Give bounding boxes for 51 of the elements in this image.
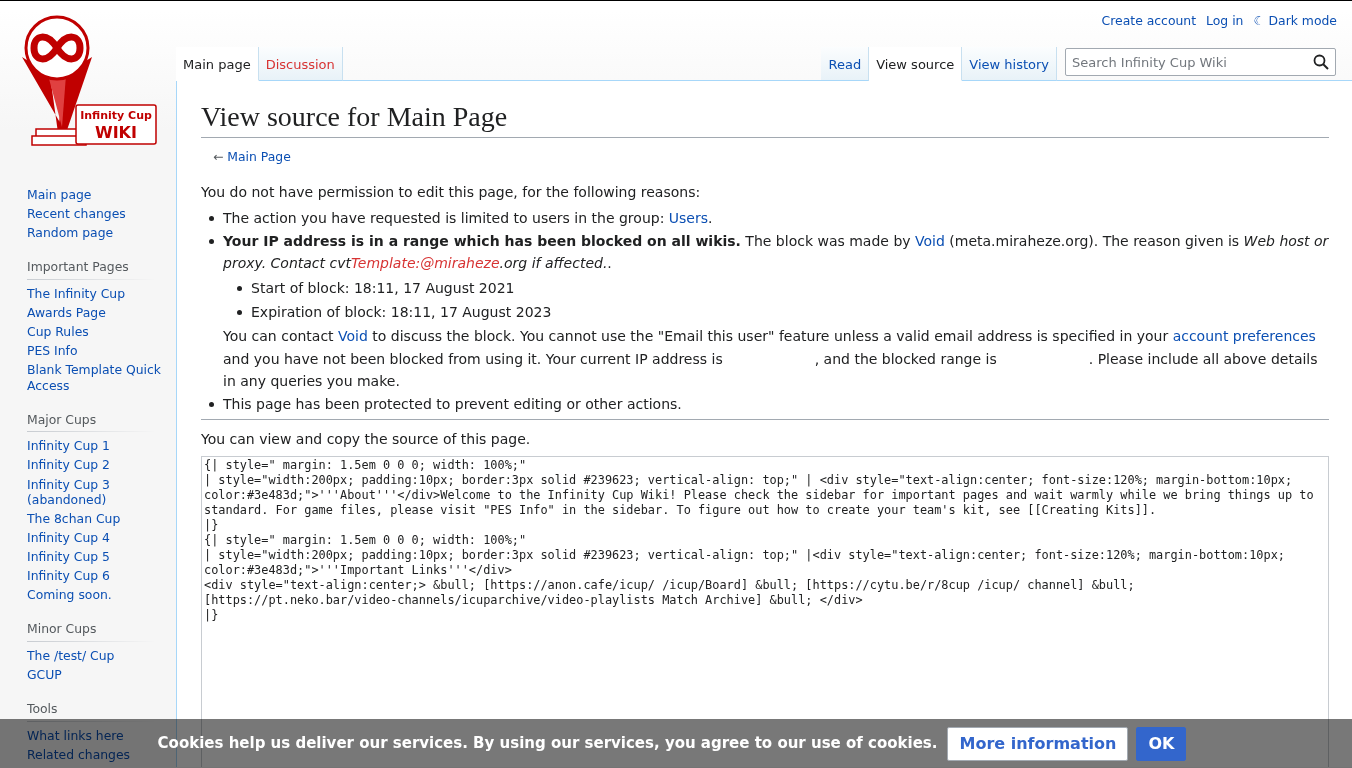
user-link[interactable]: Log in bbox=[1206, 12, 1244, 31]
bullet-icon bbox=[237, 285, 242, 291]
link[interactable]: account preferences bbox=[1172, 328, 1316, 345]
sidebar-link[interactable]: Infinity Cup 6 bbox=[27, 568, 176, 584]
sidebar-link[interactable]: GCUP bbox=[27, 667, 176, 683]
sidebar-link[interactable]: Coming soon. bbox=[27, 587, 176, 603]
link[interactable]: Template:@miraheze bbox=[351, 255, 500, 272]
page-title: View source for Main Page bbox=[201, 99, 1329, 139]
block-detail: Expiration of block: 18:11, 17 August 2023 bbox=[251, 304, 552, 321]
sidebar-link[interactable]: Blank Template Quick Access bbox=[27, 362, 176, 393]
sidebar-link[interactable]: The /test/ Cup bbox=[27, 648, 176, 664]
cookie-button[interactable]: More information bbox=[947, 726, 1129, 761]
sidebar-link[interactable]: Random page bbox=[27, 225, 176, 241]
reason-text: Your IP address is in a range which has been blocked on all wikis. The block was made by Void (meta.miraheze.org). The reason given is Web host or proxy. Contact cvtTemplate:@miraheze.org if affected.. bbox=[223, 232, 1329, 272]
bullet-icon bbox=[209, 401, 214, 407]
bullet-icon bbox=[209, 216, 214, 222]
back-link[interactable]: Main Page bbox=[227, 149, 291, 165]
view-note: You can view and copy the source of this page. bbox=[201, 430, 532, 450]
arrow-icon: ← bbox=[213, 149, 228, 165]
tab[interactable]: Discussion bbox=[258, 47, 343, 81]
search-icon[interactable] bbox=[1313, 54, 1329, 70]
sidebar-link[interactable]: PES Info bbox=[27, 343, 176, 359]
reason-text: The action you have requested is limited to users in the group: Users. bbox=[223, 210, 713, 227]
intro-text: You do not have permission to edit this page, for the following reasons: bbox=[201, 183, 702, 202]
user-link[interactable]: ☾ Dark mode bbox=[1253, 12, 1337, 31]
sidebar-link[interactable]: Infinity Cup 4 bbox=[27, 529, 176, 546]
tab[interactable]: View history bbox=[962, 47, 1057, 81]
sidebar-link[interactable]: Infinity Cup 2 bbox=[27, 457, 176, 473]
tab[interactable]: Main page bbox=[176, 47, 259, 81]
reason-text: This page has been protected to prevent editing or other actions. bbox=[223, 395, 682, 412]
sidebar-link[interactable]: Infinity Cup 3 (abandoned) bbox=[27, 476, 176, 507]
search-field[interactable]: Search Infinity Cup Wiki bbox=[1065, 48, 1336, 76]
user-link[interactable]: Create account bbox=[1101, 12, 1197, 31]
cookie-button[interactable]: OK bbox=[1136, 726, 1187, 761]
link[interactable]: Void bbox=[915, 232, 945, 249]
block-note: You can contact Void to discuss the block. You cannot use the "Email this user" feature unless a valid email address is specified in your account preferences and you have not been blocked from using it. Your current IP address is , and the blocked range is . Please include all above details in any queries you make. bbox=[223, 327, 1319, 392]
sidebar-link[interactable]: The Infinity Cup bbox=[27, 286, 176, 302]
bullet-icon bbox=[237, 310, 242, 316]
link[interactable]: Void bbox=[338, 328, 368, 345]
block-detail: Start of block: 18:11, 17 August 2021 bbox=[251, 279, 515, 296]
bullet-icon bbox=[209, 238, 214, 244]
sidebar-link[interactable]: Infinity Cup 5 bbox=[27, 549, 176, 565]
tab[interactable]: View source bbox=[869, 47, 963, 81]
tab[interactable]: Read bbox=[821, 47, 870, 81]
sidebar-link[interactable]: Cup Rules bbox=[27, 324, 176, 340]
sidebar-link[interactable]: The 8chan Cup bbox=[27, 510, 176, 526]
sidebar-link[interactable]: Recent changes bbox=[27, 206, 176, 222]
sidebar-link[interactable]: Awards Page bbox=[27, 305, 176, 321]
logo-text: Infinity Cup WIKI bbox=[80, 109, 152, 142]
sidebar-link[interactable]: Main page bbox=[27, 187, 176, 203]
sidebar-link[interactable]: Infinity Cup 1 bbox=[27, 438, 176, 454]
